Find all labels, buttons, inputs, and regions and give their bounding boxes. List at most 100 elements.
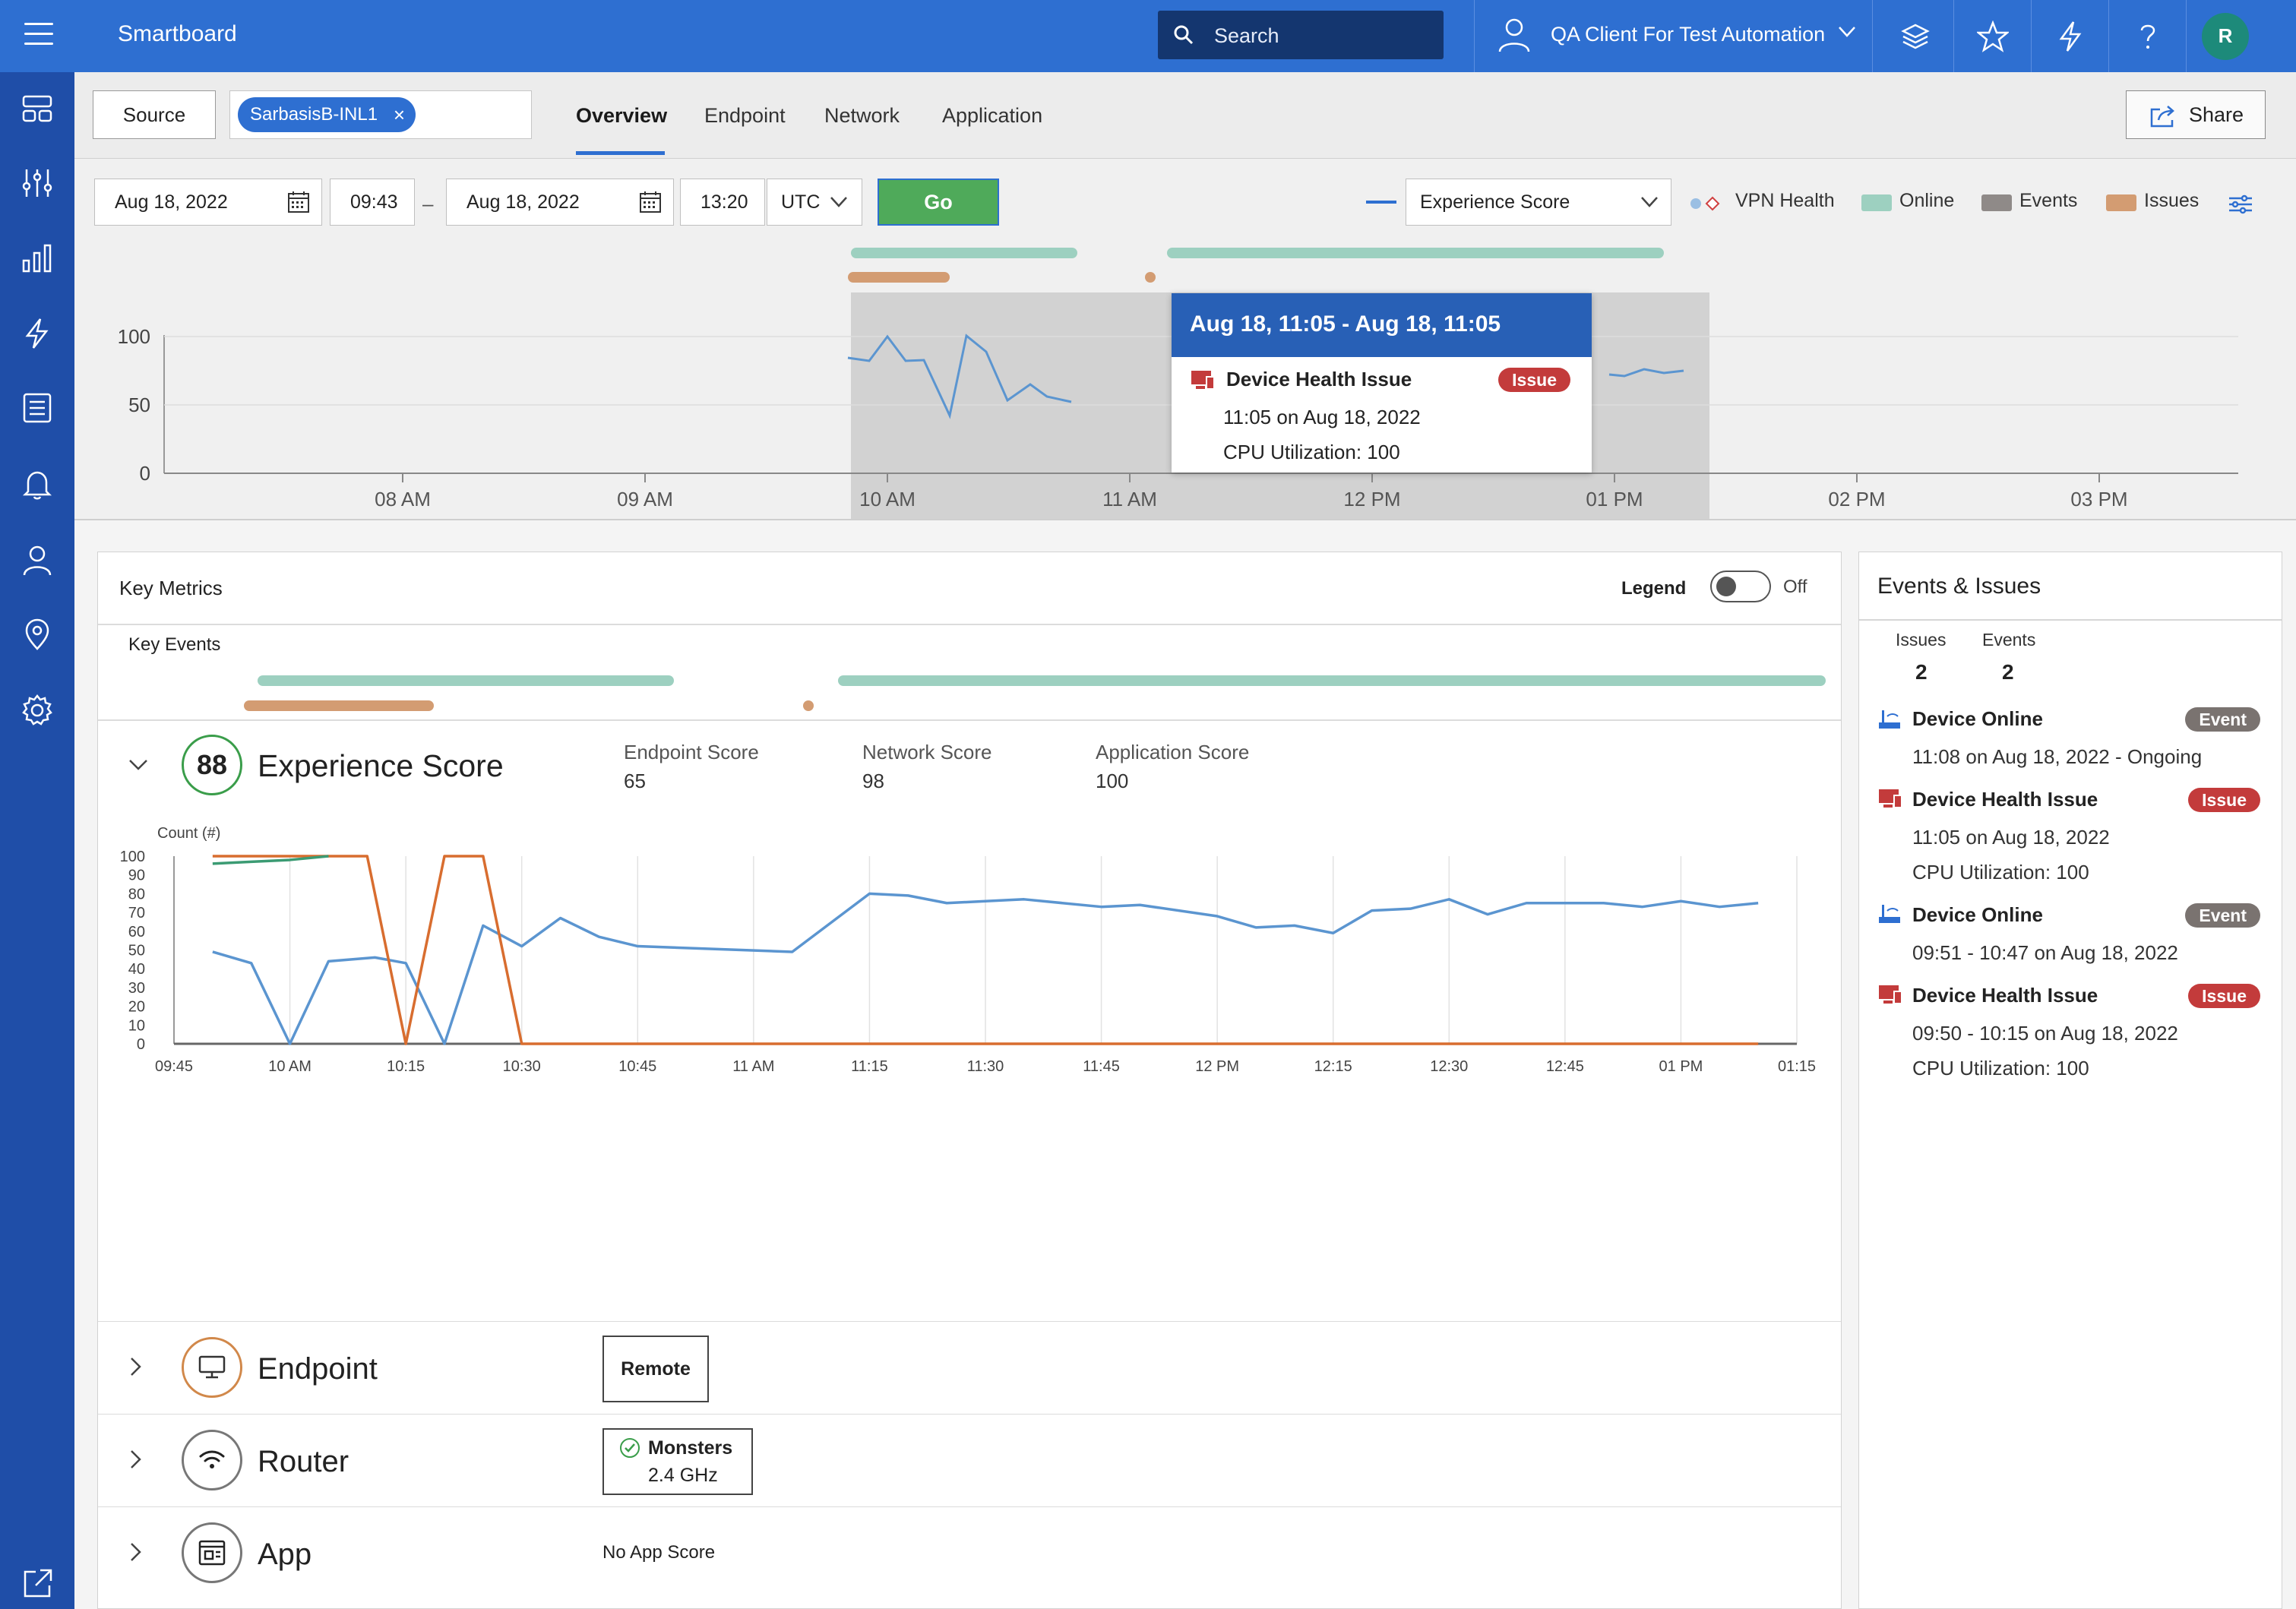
sidebar-item-alerts[interactable]	[21, 467, 54, 501]
x-tick-label: 10:45	[618, 1058, 656, 1075]
device-online-icon	[1879, 905, 1900, 923]
issue-badge: Issue	[2188, 984, 2260, 1008]
x-tick-label: 12:30	[1430, 1058, 1468, 1075]
event-badge: Event	[2185, 707, 2260, 732]
quick-actions-button[interactable]	[2032, 0, 2109, 72]
event-time: 11:08 on Aug 18, 2022 - Ongoing	[1912, 745, 2203, 768]
profile-button[interactable]: R	[2187, 0, 2264, 72]
sidebar-item-logs[interactable]	[21, 391, 54, 425]
event-title[interactable]: Device Online	[1912, 707, 2043, 731]
x-tick-label: 09:45	[155, 1058, 193, 1075]
x-tick-label: 12:45	[1546, 1058, 1584, 1075]
chevron-right-icon[interactable]	[130, 1357, 142, 1377]
router-row[interactable]: Router Monsters 2.4 GHz	[98, 1414, 1841, 1506]
y-tick-label: 30	[128, 980, 145, 997]
router-row-label: Router	[258, 1445, 349, 1478]
issue-marker	[1145, 272, 1156, 283]
favorites-button[interactable]	[1954, 0, 2032, 72]
device-health-issue-icon	[1879, 985, 1902, 1004]
chevron-right-icon[interactable]	[130, 1449, 142, 1469]
client-selector[interactable]: QA Client For Test Automation	[1474, 0, 1873, 72]
x-tick-label: 10:30	[503, 1058, 541, 1075]
chevron-right-icon[interactable]	[130, 1542, 142, 1562]
chevron-down-icon[interactable]	[128, 759, 148, 771]
sidebar-item-actions[interactable]	[21, 317, 54, 350]
event-badge: Event	[2185, 903, 2260, 928]
issue-title[interactable]: Device Health Issue	[1912, 788, 2098, 811]
source-button[interactable]: Source	[93, 90, 216, 139]
wifi-icon	[199, 1450, 225, 1468]
experience-score-value: 88	[182, 735, 242, 795]
divider	[98, 719, 1841, 721]
device-online-icon	[1879, 710, 1900, 729]
issue-detail: CPU Utilization: 100	[1912, 861, 2089, 884]
events-count-label: Events	[1982, 630, 2036, 650]
sidebar	[0, 72, 74, 1609]
events-issues-panel: Events & Issues Issues 2 Events 2 Device…	[1858, 552, 2282, 1609]
share-icon	[2150, 106, 2174, 128]
check-circle-icon	[620, 1438, 640, 1458]
sidebar-item-settings-sliders[interactable]	[21, 166, 54, 200]
issue-marker	[803, 700, 814, 711]
sidebar-item-locations[interactable]	[21, 618, 54, 651]
x-tick-label: 11:30	[967, 1058, 1004, 1075]
issue-detail: CPU Utilization: 100	[1912, 1057, 2089, 1080]
external-link-icon[interactable]	[21, 1567, 54, 1601]
y-tick-label: 10	[128, 1017, 145, 1034]
y-tick-label: 80	[128, 886, 145, 902]
y-tick-label: 70	[128, 905, 145, 921]
online-bar	[258, 675, 674, 686]
chart-tooltip: Aug 18, 11:05 - Aug 18, 11:05 Device Hea…	[1172, 293, 1592, 473]
source-field[interactable]: SarbasisB-INL1 ×	[229, 90, 532, 139]
overview-x-tick: 11 AM	[1102, 488, 1157, 511]
sidebar-item-settings[interactable]	[21, 694, 54, 727]
online-bar	[838, 675, 1826, 686]
app-score-note: No App Score	[602, 1542, 716, 1563]
layers-button[interactable]	[1877, 0, 1954, 72]
issue-badge: Issue	[1498, 368, 1570, 392]
app-row-label: App	[258, 1538, 312, 1571]
overview-x-tick: 10 AM	[859, 488, 916, 511]
endpoint-row[interactable]: Endpoint Remote	[98, 1321, 1841, 1414]
search-placeholder: Search	[1214, 24, 1279, 47]
tab-network[interactable]: Network	[824, 104, 900, 128]
x-tick-label: 11:15	[851, 1058, 888, 1075]
y-tick-label: 20	[128, 999, 145, 1016]
share-button[interactable]: Share	[2126, 90, 2266, 139]
top-bar: Smartboard Search QA Client For Test Aut…	[0, 0, 2296, 72]
app-row[interactable]: App No App Score	[98, 1506, 1841, 1599]
chevron-down-icon	[1839, 27, 1855, 37]
device-health-issue-icon	[1191, 371, 1215, 390]
client-name: QA Client For Test Automation	[1551, 23, 1826, 46]
experience-score-chart[interactable]: Count (#)100908070605040302010009:45 10 A…	[98, 811, 1842, 1084]
legend-toggle[interactable]	[1710, 571, 1771, 602]
x-tick-label: 01 PM	[1659, 1058, 1703, 1075]
y-tick-label: 0	[137, 1036, 145, 1053]
event-title[interactable]: Device Online	[1912, 903, 2043, 927]
close-icon[interactable]: ×	[394, 97, 405, 132]
key-events-timeline	[244, 675, 1826, 711]
online-bar	[851, 248, 1077, 258]
application-score-value: 100	[1096, 770, 1129, 792]
source-chip[interactable]: SarbasisB-INL1 ×	[238, 97, 416, 132]
tab-bar: Source SarbasisB-INL1 × Overview Endpoin…	[74, 72, 2296, 159]
y-tick-label: 100	[120, 849, 145, 865]
tab-application[interactable]: Application	[942, 104, 1042, 128]
avatar: R	[2202, 12, 2249, 60]
y-tick-label: 90	[128, 868, 145, 884]
network-score-label: Network Score	[862, 741, 992, 763]
search-input[interactable]: Search	[1158, 11, 1444, 59]
tooltip-event-title: Device Health Issue	[1226, 368, 1412, 390]
events-count: 2	[2002, 660, 2014, 684]
help-button[interactable]	[2109, 0, 2187, 72]
issues-count: 2	[1915, 660, 1928, 684]
hamburger-menu-icon[interactable]	[24, 23, 53, 49]
tab-endpoint[interactable]: Endpoint	[704, 104, 786, 128]
sidebar-item-users[interactable]	[21, 543, 54, 577]
endpoint-status-circle	[182, 1337, 242, 1398]
issue-title[interactable]: Device Health Issue	[1912, 984, 2098, 1007]
sidebar-item-dashboard[interactable]	[21, 92, 54, 125]
tab-overview[interactable]: Overview	[576, 104, 667, 128]
sidebar-item-reports[interactable]	[21, 241, 54, 274]
tooltip-time: 11:05 on Aug 18, 2022	[1223, 406, 1421, 428]
